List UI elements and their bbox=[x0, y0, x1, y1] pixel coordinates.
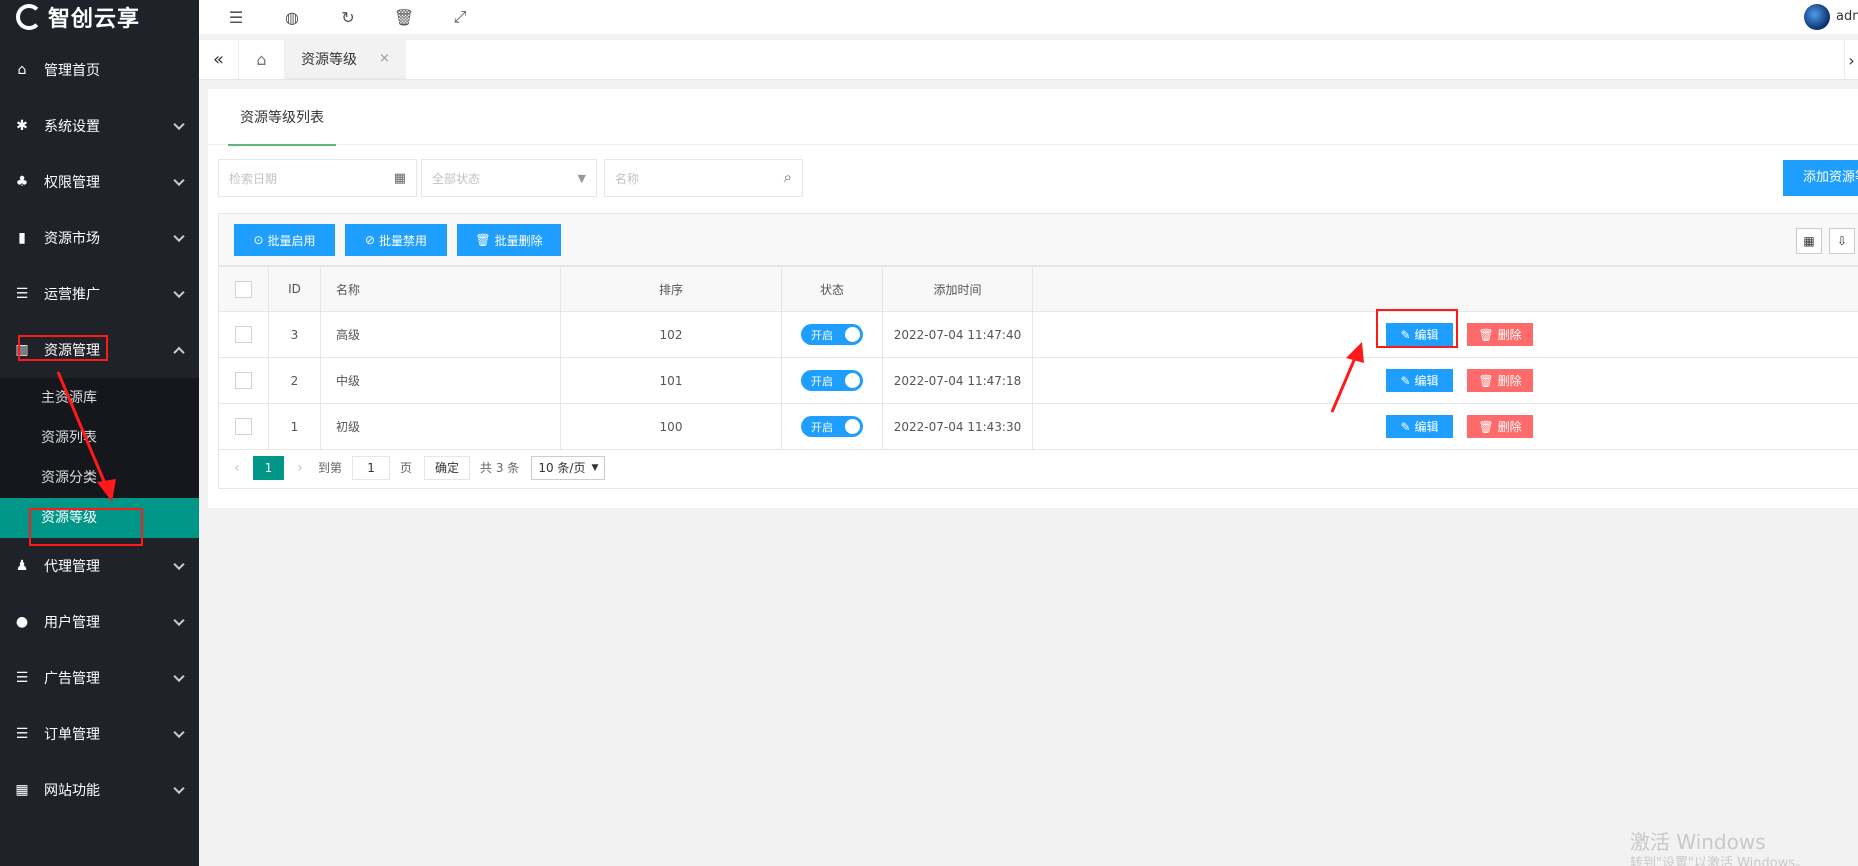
annotation-arrow-head bbox=[1346, 342, 1364, 363]
annotation-arrows bbox=[56, 342, 1364, 502]
windows-activation-hint: 转到"设置"以激活 Windows。 bbox=[1630, 856, 1809, 866]
annotation-arrow-line bbox=[56, 371, 108, 487]
annotation-arrow-head bbox=[97, 479, 116, 502]
annotation-arrow-line bbox=[1330, 357, 1357, 413]
windows-activation-watermark: 激活 Windows bbox=[1630, 830, 1766, 854]
